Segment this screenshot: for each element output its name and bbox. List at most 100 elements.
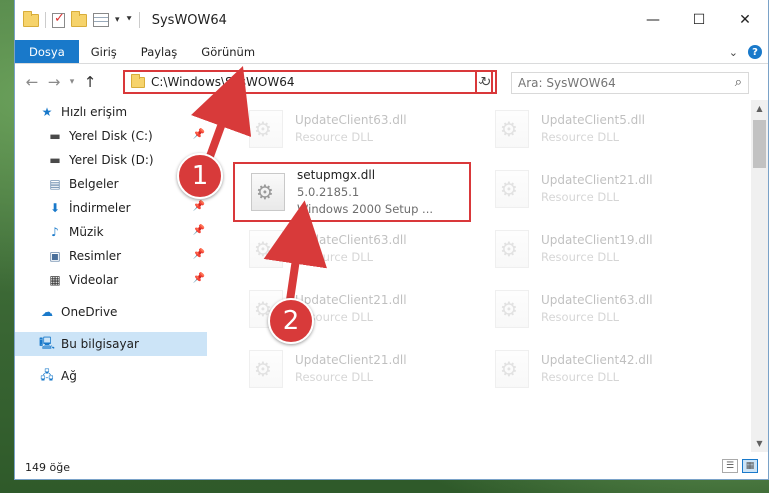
pin-icon[interactable]: 📌 bbox=[193, 273, 205, 284]
status-bar: 149 öğe ☰ ▦ bbox=[15, 455, 768, 479]
file-name: UpdateClient21.dll bbox=[295, 293, 407, 307]
up-arrow-icon[interactable]: ↑ bbox=[79, 73, 101, 91]
pin-icon[interactable]: 📌 bbox=[193, 201, 205, 212]
customize-toolbar-icon[interactable]: ⯆ bbox=[126, 15, 133, 25]
folder-icon bbox=[131, 73, 145, 88]
vertical-scrollbar[interactable]: ▲ ▼ bbox=[751, 100, 768, 452]
pin-icon[interactable]: 📌 bbox=[193, 249, 205, 260]
drive-icon: ▬ bbox=[49, 129, 61, 143]
sidebar-item-pictures[interactable]: ▣ Resimler 📌 bbox=[15, 244, 207, 268]
search-icon[interactable]: ⌕ bbox=[735, 75, 742, 90]
sidebar-item-network[interactable]: 🖧 Ağ bbox=[15, 364, 207, 388]
toolbar-divider bbox=[138, 12, 140, 28]
sidebar-item-label: Hızlı erişim bbox=[61, 105, 128, 119]
tab-home[interactable]: Giriş bbox=[79, 40, 129, 63]
dll-file-icon bbox=[495, 350, 529, 388]
file-type: Resource DLL bbox=[541, 310, 620, 324]
sidebar-item-quick-access[interactable]: ★ Hızlı erişim bbox=[15, 100, 207, 124]
file-item[interactable]: UpdateClient5.dll Resource DLL bbox=[479, 100, 715, 158]
dll-file-icon bbox=[249, 230, 283, 268]
file-type: Resource DLL bbox=[295, 370, 374, 384]
file-name: UpdateClient42.dll bbox=[541, 353, 653, 367]
close-button[interactable]: ✕ bbox=[722, 0, 768, 40]
window-title: SysWOW64 bbox=[151, 12, 227, 28]
details-view-icon[interactable]: ☰ bbox=[722, 459, 738, 473]
file-item[interactable]: UpdateClient21.dllResource DLL bbox=[479, 160, 715, 218]
scrollbar-thumb[interactable] bbox=[753, 120, 766, 168]
chevron-down-icon[interactable]: ▾ bbox=[115, 15, 120, 25]
back-arrow-icon[interactable]: ← bbox=[21, 73, 43, 91]
navigation-pane: ★ Hızlı erişim ▬ Yerel Disk (C:) 📌 ▬ Yer… bbox=[15, 100, 207, 460]
file-item-setupmgx[interactable]: setupmgx.dll 5.0.2185.1 Windows 2000 Set… bbox=[233, 162, 471, 222]
view-options-icon[interactable] bbox=[93, 13, 109, 27]
pictures-icon: ▣ bbox=[49, 249, 61, 263]
sidebar-item-label: Belgeler bbox=[69, 177, 119, 191]
sidebar-item-videos[interactable]: ▦ Videolar 📌 bbox=[15, 268, 207, 292]
dll-file-icon bbox=[495, 230, 529, 268]
file-item[interactable]: UpdateClient42.dll Resource DLL bbox=[479, 340, 715, 398]
dll-file-icon bbox=[495, 170, 529, 208]
file-item[interactable]: UpdateClient21.dllResource DLL bbox=[233, 280, 469, 338]
file-list: UpdateClient63.dll Resource DLL UpdateCli… bbox=[215, 100, 745, 460]
tab-file[interactable]: Dosya bbox=[15, 40, 79, 63]
sidebar-item-label: İndirmeler bbox=[69, 201, 131, 215]
file-type: Resource DLL bbox=[541, 190, 620, 204]
file-name: UpdateClient63.dll bbox=[295, 233, 407, 247]
file-item[interactable]: UpdateClient63.dll Resource DLL bbox=[479, 280, 715, 338]
file-type: Resource DLL bbox=[541, 370, 620, 384]
dll-file-icon bbox=[251, 173, 285, 211]
properties-check-icon[interactable] bbox=[52, 11, 65, 28]
file-name: UpdateClient63.dll bbox=[541, 293, 653, 307]
recent-locations-icon[interactable]: ▾ bbox=[65, 77, 79, 87]
minimize-button[interactable]: — bbox=[630, 0, 676, 40]
expand-ribbon-icon[interactable]: ⌄ bbox=[729, 46, 738, 59]
scroll-up-icon[interactable]: ▲ bbox=[751, 100, 768, 117]
search-box[interactable]: ⌕ bbox=[511, 72, 749, 94]
sidebar-item-this-pc[interactable]: 🖳 Bu bilgisayar bbox=[15, 332, 207, 356]
sidebar-item-local-disk-c[interactable]: ▬ Yerel Disk (C:) 📌 bbox=[15, 124, 207, 148]
pin-icon[interactable]: 📌 bbox=[193, 129, 205, 140]
file-description: Windows 2000 Setup ... bbox=[297, 201, 434, 216]
search-input[interactable] bbox=[518, 76, 718, 90]
computer-icon: 🖳 bbox=[39, 335, 56, 350]
tab-share[interactable]: Paylaş bbox=[129, 40, 190, 63]
dll-file-icon bbox=[495, 110, 529, 148]
pin-icon[interactable]: 📌 bbox=[193, 225, 205, 236]
dll-file-icon bbox=[249, 350, 283, 388]
refresh-button[interactable]: ↻ bbox=[475, 70, 497, 94]
sidebar-item-label: Videolar bbox=[69, 273, 119, 287]
title-bar: ▾ ⯆ SysWOW64 — ☐ ✕ bbox=[15, 0, 768, 40]
sidebar-item-music[interactable]: ♪ Müzik 📌 bbox=[15, 220, 207, 244]
sidebar-item-onedrive[interactable]: ☁ OneDrive bbox=[15, 300, 207, 324]
address-bar[interactable]: C:\Windows\SysWOW64 ⌄ bbox=[123, 70, 493, 94]
forward-arrow-icon[interactable]: → bbox=[43, 73, 65, 91]
file-type: Resource DLL bbox=[541, 250, 620, 264]
dll-file-icon bbox=[249, 110, 283, 148]
file-item[interactable]: UpdateClient21.dll Resource DLL bbox=[233, 340, 469, 398]
file-item[interactable]: UpdateClient63.dll Resource DLL bbox=[233, 100, 469, 158]
file-type: Resource DLL bbox=[295, 130, 374, 144]
new-folder-icon[interactable] bbox=[71, 10, 87, 27]
network-icon: 🖧 bbox=[40, 367, 54, 382]
sidebar-item-label: Yerel Disk (C:) bbox=[69, 129, 153, 143]
sidebar-item-label: Müzik bbox=[69, 225, 104, 239]
maximize-button[interactable]: ☐ bbox=[676, 0, 722, 40]
file-item[interactable]: UpdateClient19.dll Resource DLL bbox=[479, 220, 715, 278]
file-name: UpdateClient21.dll bbox=[295, 353, 407, 367]
file-type: Resource DLL bbox=[541, 130, 620, 144]
ribbon-tabs: Dosya Giriş Paylaş Görünüm ⌄ ? bbox=[15, 40, 768, 64]
quick-access-toolbar: ▾ ⯆ bbox=[15, 10, 140, 28]
callout-badge-2: 2 bbox=[268, 298, 314, 344]
sidebar-item-label: Yerel Disk (D:) bbox=[69, 153, 154, 167]
sidebar-item-label: Resimler bbox=[69, 249, 122, 263]
address-path[interactable]: C:\Windows\SysWOW64 bbox=[151, 75, 295, 89]
file-item[interactable]: UpdateClient63.dll Resource DLL bbox=[233, 220, 469, 278]
sidebar-item-downloads[interactable]: ⬇ İndirmeler 📌 bbox=[15, 196, 207, 220]
tiles-view-icon[interactable]: ▦ bbox=[742, 459, 758, 473]
tab-view[interactable]: Görünüm bbox=[189, 40, 267, 63]
dll-file-icon bbox=[495, 290, 529, 328]
file-name: UpdateClient63.dll bbox=[295, 113, 407, 127]
help-icon[interactable]: ? bbox=[748, 45, 762, 59]
scroll-down-icon[interactable]: ▼ bbox=[751, 435, 768, 452]
navigation-bar: ← → ▾ ↑ C:\Windows\SysWOW64 ⌄ ↻ ⌕ bbox=[15, 64, 768, 100]
